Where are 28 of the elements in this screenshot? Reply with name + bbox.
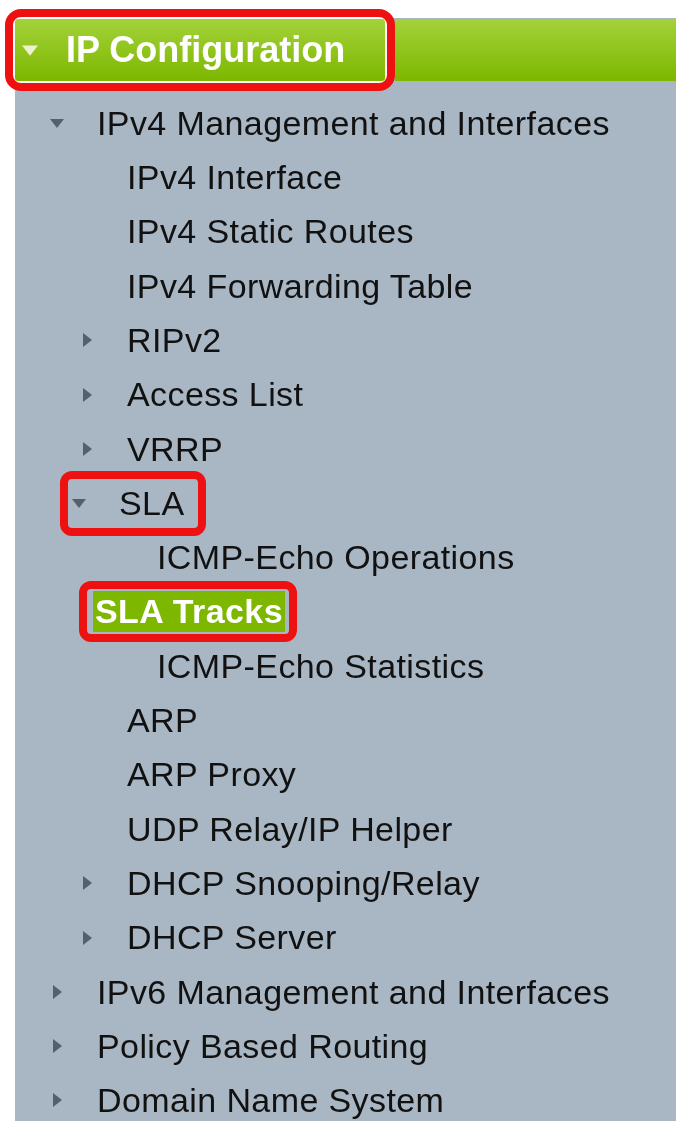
collapsed-arrow-icon[interactable] — [80, 387, 94, 402]
menu-item[interactable]: Domain Name System — [95, 1080, 447, 1121]
menu-item[interactable]: RIPv2 — [125, 319, 224, 361]
menu-item[interactable]: IPv4 Interface — [125, 157, 345, 198]
collapsed-arrow-icon[interactable] — [80, 930, 94, 945]
menu-item[interactable]: ICMP-Echo Operations — [155, 537, 517, 578]
menu-item[interactable]: ARP — [125, 700, 201, 741]
menu-title: IP Configuration — [66, 29, 346, 71]
expand-arrow-icon[interactable] — [22, 42, 38, 58]
menu-item[interactable]: VRRP — [125, 428, 226, 470]
menu-item[interactable]: UDP Relay/IP Helper — [125, 808, 455, 850]
collapsed-arrow-icon[interactable] — [80, 441, 94, 456]
collapsed-arrow-icon[interactable] — [50, 984, 64, 999]
menu-item[interactable]: DHCP Server — [125, 917, 339, 958]
menu-item[interactable]: Access List — [125, 374, 306, 416]
menu-item[interactable]: ARP Proxy — [125, 754, 299, 796]
collapsed-arrow-icon[interactable] — [80, 333, 94, 348]
menu-item[interactable]: IPv6 Management and Interfaces — [95, 971, 612, 1013]
collapsed-arrow-icon[interactable] — [80, 876, 94, 891]
menu-item[interactable]: DHCP Snooping/Relay — [125, 862, 482, 904]
menu-item[interactable]: ICMP-Echo Statistics — [155, 645, 487, 687]
menu-item[interactable]: IPv4 Static Routes — [125, 211, 416, 253]
menu-item[interactable]: Policy Based Routing — [95, 1025, 431, 1067]
collapsed-arrow-icon[interactable] — [50, 1093, 64, 1108]
menu-item[interactable]: SLA — [117, 482, 187, 524]
menu-item[interactable]: IPv4 Management and Interfaces — [95, 102, 612, 144]
menu-item[interactable]: IPv4 Forwarding Table — [125, 265, 476, 307]
collapsed-arrow-icon[interactable] — [50, 1039, 64, 1054]
